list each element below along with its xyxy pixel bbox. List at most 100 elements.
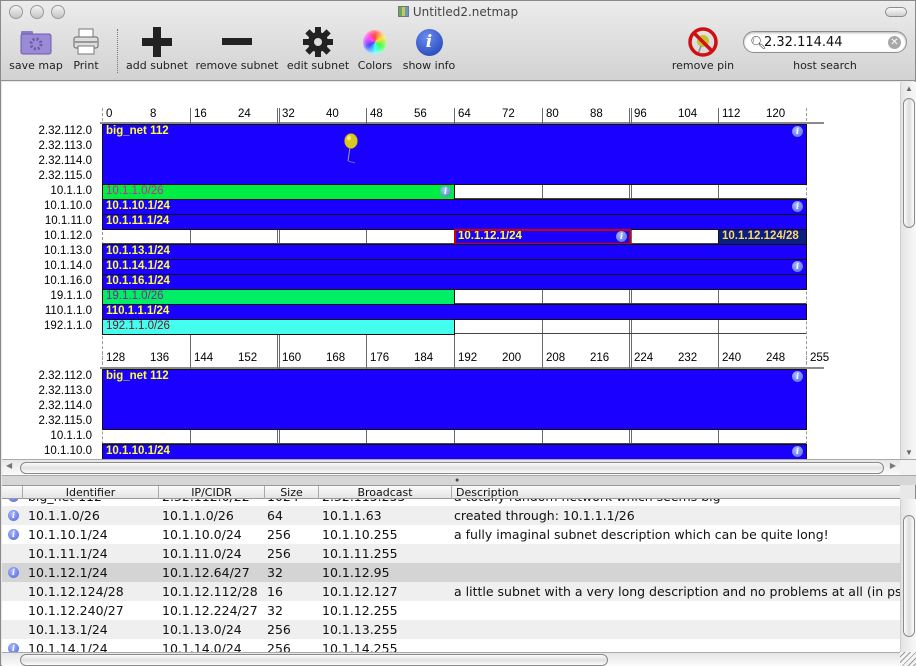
info-icon[interactable]: i xyxy=(440,186,451,197)
table-row[interactable]: 10.1.11.1/24 10.1.11.0/24 256 10.1.11.255 xyxy=(2,544,900,563)
subnet-table[interactable]: ibig_net 1122.32.112.0/2210242.32.115.25… xyxy=(2,485,900,653)
colors-button[interactable]: Colors xyxy=(355,25,395,72)
scroll-up-arrow-icon[interactable]: ▲ xyxy=(901,84,916,93)
axis-tick-label: 88 xyxy=(590,108,603,120)
cell-cidr: 10.1.1.0/26 xyxy=(162,508,234,523)
remove-pin-button[interactable]: remove pin xyxy=(669,25,737,72)
column-header-cidr[interactable]: IP/CIDR xyxy=(158,486,264,499)
host-search-field[interactable]: 🔍︎ ✕ xyxy=(743,31,907,53)
cell-cidr: 10.1.11.0/24 xyxy=(162,546,242,561)
info-icon[interactable]: i xyxy=(792,201,803,212)
axis-tick-label: 224 xyxy=(634,352,654,364)
subnet-block[interactable]: 19.1.1.0/26 xyxy=(102,289,455,305)
subnet-block[interactable]: 10.1.12.1/24 i xyxy=(454,229,631,245)
info-icon[interactable]: i xyxy=(792,446,803,457)
column-header-size[interactable]: Size xyxy=(264,486,318,499)
row-address-label: 2.32.112.0 xyxy=(38,125,92,137)
row-address-label: 2.32.112.0 xyxy=(38,370,92,382)
cell-description: a little subnet with a very long descrip… xyxy=(454,584,900,599)
row-address-label: 2.32.115.0 xyxy=(38,415,92,427)
cell-cidr: 10.1.12.112/28 xyxy=(162,584,258,599)
column-header-description[interactable]: Description xyxy=(451,486,900,499)
cell-identifier: 10.1.12.124/28 xyxy=(28,584,124,599)
map-horizontal-scrollbar[interactable]: ◀ ▶ xyxy=(2,459,900,475)
titlebar-toolbar: Untitled2.netmap save map Print add subn… xyxy=(1,1,915,81)
split-view-divider[interactable]: ● xyxy=(2,475,916,485)
info-icon[interactable]: i xyxy=(792,371,803,382)
cell-cidr: 10.1.13.0/24 xyxy=(162,622,242,637)
subnet-block[interactable]: 10.1.13.1/24 xyxy=(102,244,807,260)
axis-tick-label: 112 xyxy=(722,108,741,120)
row-cell-empty[interactable] xyxy=(102,429,806,444)
show-info-label: show info xyxy=(402,59,456,72)
subnet-block-label: 10.1.10.1/24 xyxy=(106,445,170,457)
map-vertical-scrollbar[interactable]: ▲ ▼ xyxy=(900,82,916,459)
subnet-block[interactable]: 192.1.1.0/26 xyxy=(102,319,455,335)
table-vertical-scroll-thumb[interactable] xyxy=(903,515,915,637)
save-map-button[interactable]: save map xyxy=(7,25,65,72)
toolbar-separator xyxy=(117,29,118,73)
column-header-broadcast[interactable]: Broadcast xyxy=(318,486,451,499)
document-icon xyxy=(397,6,409,17)
table-row[interactable]: i 10.1.1.0/26 10.1.1.0/26 64 10.1.1.63 create… xyxy=(2,506,900,525)
scroll-right-arrow-icon[interactable]: ▶ xyxy=(890,461,896,470)
info-icon[interactable]: i xyxy=(792,126,803,137)
axis-tick-label: 96 xyxy=(634,108,647,120)
info-icon[interactable]: i xyxy=(8,567,19,578)
printer-icon xyxy=(73,28,99,55)
cell-cidr: 10.1.12.64/27 xyxy=(162,565,250,580)
subnet-block[interactable]: big_net 112 i xyxy=(102,369,807,430)
no-pin-icon xyxy=(688,27,718,57)
resize-grip[interactable] xyxy=(900,652,916,666)
scroll-left-arrow-icon[interactable]: ◀ xyxy=(6,461,12,470)
subnet-block[interactable]: 10.1.10.1/24 i xyxy=(102,444,807,459)
axis-tick-label: 240 xyxy=(722,352,742,364)
info-icon[interactable]: i xyxy=(8,510,19,521)
app-window: Untitled2.netmap save map Print add subn… xyxy=(0,0,916,666)
table-row[interactable]: 10.1.13.1/24 10.1.13.0/24 256 10.1.13.255 xyxy=(2,620,900,639)
table-row[interactable]: 10.1.12.124/28 10.1.12.112/28 16 10.1.12.12… xyxy=(2,582,900,601)
map-vertical-scroll-thumb[interactable] xyxy=(903,98,915,228)
subnet-block[interactable]: big_net 112 i xyxy=(102,124,807,185)
map-horizontal-scroll-thumb[interactable] xyxy=(20,462,884,474)
subnet-block[interactable]: 10.1.1.0/26 i xyxy=(102,184,455,200)
cell-broadcast: 10.1.12.95 xyxy=(322,565,390,580)
axis-tick-label: 144 xyxy=(194,352,214,364)
window-title: Untitled2.netmap xyxy=(1,5,915,19)
table-row[interactable]: i 10.1.10.1/24 10.1.10.0/24 256 10.1.10.255 a… xyxy=(2,525,900,544)
subnet-block[interactable]: 10.1.14.1/24 i xyxy=(102,259,807,275)
subnet-block[interactable]: 10.1.10.1/24 i xyxy=(102,199,807,215)
row-address-label: 10.1.13.0 xyxy=(44,245,92,257)
table-horizontal-scroll-thumb[interactable] xyxy=(20,654,608,666)
cell-description: a fully imaginal subnet description whic… xyxy=(454,527,829,542)
print-button[interactable]: Print xyxy=(67,25,105,72)
column-header-info[interactable] xyxy=(2,486,22,499)
subnet-block[interactable]: 10.1.11.1/24 xyxy=(102,214,807,230)
subnet-map-canvas[interactable]: 0 8 16 24 32 40 48 56 64 72 80 88 96 104 112 120 2.32.11… xyxy=(2,82,900,459)
plus-icon xyxy=(142,27,172,57)
add-subnet-label: add subnet xyxy=(126,59,188,72)
table-row[interactable]: 10.1.12.240/27 10.1.12.224/27 32 10.1.12.25… xyxy=(2,601,900,620)
info-icon[interactable]: i xyxy=(8,529,19,540)
remove-subnet-button[interactable]: remove subnet xyxy=(195,25,279,72)
add-subnet-button[interactable]: add subnet xyxy=(125,25,189,72)
subnet-block[interactable]: 10.1.16.1/24 xyxy=(102,274,807,290)
axis-tick-label: 16 xyxy=(194,108,207,120)
show-info-button[interactable]: i show info xyxy=(399,25,459,72)
clear-icon[interactable]: ✕ xyxy=(888,36,901,49)
edit-subnet-button[interactable]: edit subnet xyxy=(285,25,351,72)
pin-icon[interactable] xyxy=(341,133,365,167)
table-horizontal-scrollbar[interactable] xyxy=(2,652,900,666)
subnet-block[interactable]: 10.1.12.124/28 xyxy=(718,229,807,245)
scroll-down-arrow-icon[interactable]: ▼ xyxy=(901,448,916,457)
subnet-block[interactable]: 110.1.1.1/24 xyxy=(102,304,807,320)
cell-cidr: 10.1.12.224/27 xyxy=(162,603,258,618)
table-row[interactable]: i 10.1.12.1/24 10.1.12.64/27 32 10.1.12.95 xyxy=(2,563,900,582)
info-icon[interactable]: i xyxy=(792,261,803,272)
toolbar-toggle-button[interactable] xyxy=(885,7,907,17)
column-header-identifier[interactable]: Identifier xyxy=(22,486,158,499)
info-icon[interactable]: i xyxy=(616,231,627,242)
table-row[interactable]: i 10.1.14.1/24 10.1.14.0/24 256 10.1.14.255 xyxy=(2,639,900,653)
table-vertical-scrollbar[interactable] xyxy=(900,499,916,653)
host-search-input[interactable] xyxy=(764,34,882,50)
